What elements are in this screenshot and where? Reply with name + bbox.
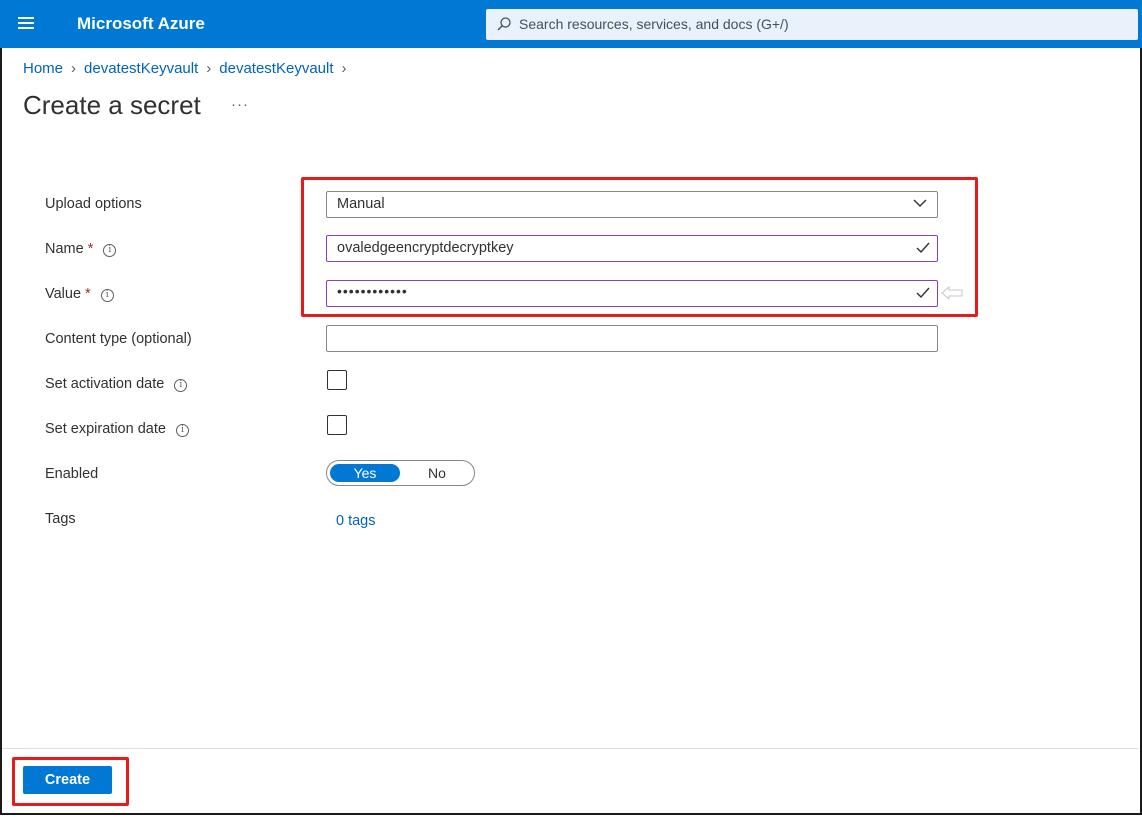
- content-type-input[interactable]: [326, 325, 938, 352]
- search-placeholder: Search resources, services, and docs (G+…: [519, 16, 789, 32]
- breadcrumb-home[interactable]: Home: [23, 60, 63, 77]
- value-label: Value * i: [45, 286, 114, 302]
- expiration-checkbox[interactable]: [327, 415, 347, 435]
- tags-link[interactable]: 0 tags: [336, 513, 376, 529]
- search-box[interactable]: Search resources, services, and docs (G+…: [486, 9, 1138, 40]
- footer-divider: [2, 748, 1138, 749]
- tags-label: Tags: [45, 511, 76, 527]
- activation-checkbox[interactable]: [327, 370, 347, 390]
- breadcrumb: Home › devatestKeyvault › devatestKeyvault ›: [23, 60, 355, 77]
- value-label-text: Value: [45, 286, 82, 302]
- activation-label-text: Set activation date: [45, 376, 165, 392]
- highlight-box-fields: [301, 177, 978, 317]
- brand-title[interactable]: Microsoft Azure: [77, 14, 205, 34]
- breadcrumb-chevron-icon: ›: [206, 60, 212, 77]
- info-icon[interactable]: i: [100, 289, 114, 302]
- breadcrumb-keyvault-1[interactable]: devatestKeyvault: [84, 60, 198, 77]
- content-type-label: Content type (optional): [45, 331, 192, 347]
- create-button[interactable]: Create: [23, 766, 112, 794]
- required-marker: *: [87, 241, 94, 257]
- enabled-toggle[interactable]: Yes No: [326, 460, 475, 486]
- info-icon[interactable]: i: [175, 424, 189, 437]
- expiration-label: Set expiration date i: [45, 421, 189, 437]
- activation-label: Set activation date i: [45, 376, 188, 392]
- required-marker: *: [85, 286, 91, 302]
- enabled-no-option[interactable]: No: [412, 464, 462, 482]
- page-title: Create a secret: [23, 90, 201, 120]
- info-icon[interactable]: i: [103, 244, 117, 257]
- breadcrumb-keyvault-2[interactable]: devatestKeyvault: [219, 60, 333, 77]
- info-icon[interactable]: i: [174, 379, 188, 392]
- name-label-text: Name: [45, 241, 84, 257]
- top-bar: Microsoft Azure Search resources, servic…: [0, 0, 1142, 48]
- hamburger-icon[interactable]: [18, 17, 36, 31]
- enabled-label: Enabled: [45, 466, 99, 482]
- window-frame: [0, 0, 1142, 815]
- expiration-label-text: Set expiration date: [45, 421, 166, 437]
- upload-options-label: Upload options: [45, 196, 142, 212]
- breadcrumb-chevron-icon: ›: [71, 60, 77, 77]
- breadcrumb-chevron-icon: ›: [341, 60, 347, 77]
- more-options-icon[interactable]: ···: [231, 96, 249, 113]
- search-icon: [497, 17, 511, 31]
- name-label: Name * i: [45, 241, 117, 257]
- enabled-yes-option[interactable]: Yes: [330, 464, 400, 482]
